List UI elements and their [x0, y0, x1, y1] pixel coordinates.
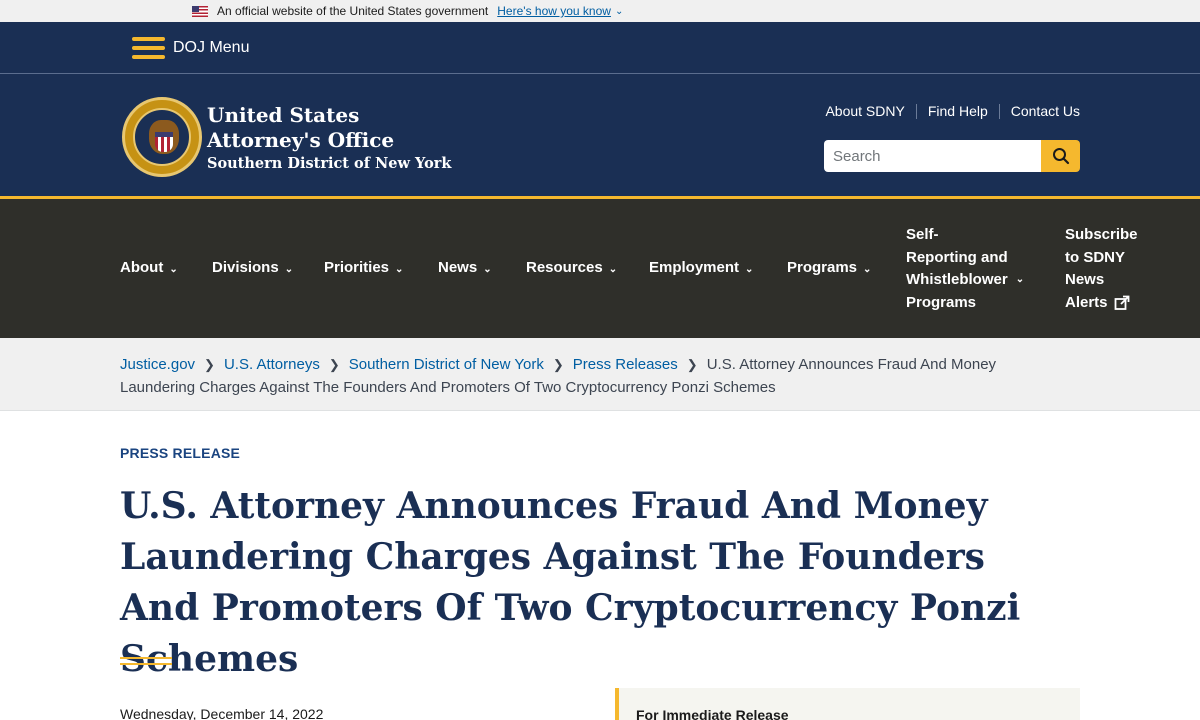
nav-item-employment[interactable]: Employment ⌄	[649, 259, 753, 276]
press-release-label: PRESS RELEASE	[120, 445, 241, 461]
nav-item-news[interactable]: News ⌄	[438, 259, 492, 276]
nav-item-programs[interactable]: Programs ⌄	[787, 259, 871, 276]
about-sdny-link[interactable]: About SDNY	[825, 103, 904, 119]
chevron-down-icon: ⌄	[483, 264, 492, 275]
divider	[915, 103, 917, 119]
chevron-right-icon: ❯	[686, 357, 698, 372]
divider	[998, 103, 1000, 119]
doj-menu-button[interactable]: DOJ Menu	[173, 39, 249, 57]
release-date: Wednesday, December 14, 2022	[120, 706, 324, 720]
office-name-line1: United States	[207, 103, 360, 127]
site-header: United States Attorney's Office Southern…	[0, 74, 1200, 199]
main-nav: About ⌄ Divisions ⌄ Priorities ⌄ News ⌄ Reso…	[0, 199, 1200, 338]
breadcrumb-justice-gov[interactable]: Justice.gov	[120, 356, 195, 373]
find-help-link[interactable]: Find Help	[928, 103, 988, 119]
office-name[interactable]: United States Attorney's Office Southern…	[207, 103, 451, 175]
search-button[interactable]	[1041, 140, 1080, 172]
chevron-down-icon: ⌄	[284, 264, 294, 275]
us-flag-icon	[192, 5, 208, 17]
search-icon	[1052, 148, 1069, 165]
office-name-line3: Southern District of New York	[207, 155, 452, 172]
nav-item-priorities[interactable]: Priorities ⌄	[324, 259, 403, 276]
nav-item-about[interactable]: About ⌄	[120, 259, 178, 276]
nav-item-self-reporting[interactable]: Self- Reporting and Whistleblower ⌄ Progr…	[906, 224, 1024, 314]
doj-seal-logo[interactable]	[122, 97, 202, 177]
search-input[interactable]	[824, 140, 1041, 172]
chevron-down-icon: ⌄	[745, 264, 754, 275]
hamburger-menu-icon[interactable]	[132, 36, 165, 59]
contact-us-link[interactable]: Contact Us	[1011, 103, 1080, 119]
chevron-down-icon[interactable]: ⌄	[615, 6, 623, 17]
breadcrumb: Justice.gov ❯ U.S. Attorneys ❯ Southern Dist…	[0, 338, 1200, 411]
chevron-down-icon: ⌄	[608, 264, 618, 275]
chevron-down-icon: ⌄	[863, 264, 872, 275]
chevron-down-icon: ⌄	[1015, 274, 1025, 285]
title-divider	[120, 657, 172, 665]
release-info-box: For Immediate Release	[615, 688, 1080, 720]
nav-item-subscribe[interactable]: Subscribe to SDNY News Alerts	[1065, 224, 1138, 314]
gov-banner-text: An official website of the United States…	[217, 4, 489, 18]
breadcrumb-press-releases[interactable]: Press Releases	[573, 356, 678, 373]
immediate-release-label: For Immediate Release	[636, 707, 789, 720]
chevron-down-icon: ⌄	[169, 264, 178, 275]
chevron-right-icon: ❯	[328, 357, 340, 372]
search-form	[824, 140, 1080, 172]
gov-banner: An official website of the United States…	[0, 0, 1200, 22]
breadcrumb-us-attorneys[interactable]: U.S. Attorneys	[224, 356, 320, 373]
nav-item-divisions[interactable]: Divisions ⌄	[212, 259, 293, 276]
chevron-right-icon: ❯	[552, 357, 564, 372]
external-link-icon	[1114, 295, 1129, 310]
utility-links: About SDNY Find Help Contact Us	[825, 103, 1080, 119]
breadcrumb-sdny[interactable]: Southern District of New York	[349, 356, 544, 373]
office-name-line2: Attorney's Office	[207, 128, 395, 152]
page-title: U.S. Attorney Announces Fraud And Money …	[120, 485, 1021, 680]
nav-item-resources[interactable]: Resources ⌄	[526, 259, 617, 276]
heres-how-you-know-link[interactable]: Here's how you know	[497, 4, 611, 18]
doj-menu-bar: DOJ Menu	[0, 22, 1200, 74]
chevron-right-icon: ❯	[204, 357, 215, 372]
shield-icon	[155, 132, 173, 152]
chevron-down-icon: ⌄	[395, 264, 404, 275]
